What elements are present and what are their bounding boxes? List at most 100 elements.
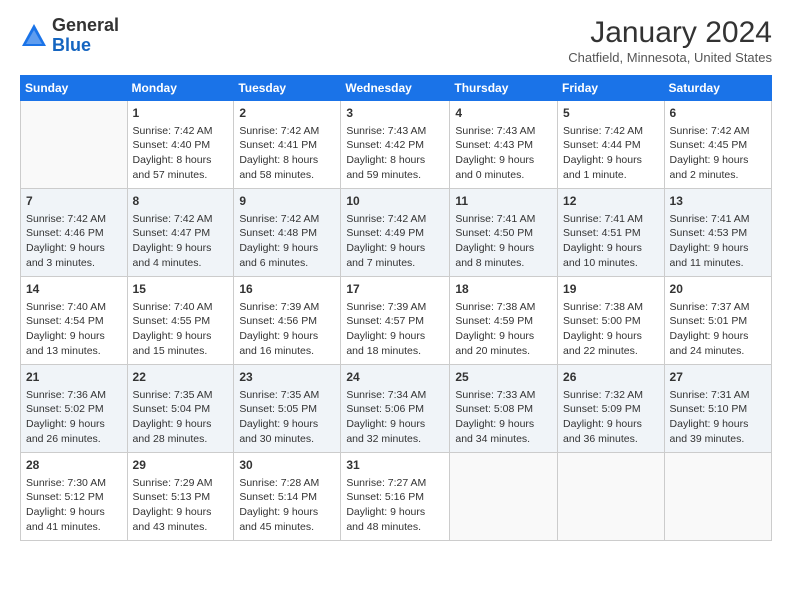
day-info: Daylight: 9 hours — [26, 241, 122, 256]
day-info: and 0 minutes. — [455, 168, 552, 183]
location: Chatfield, Minnesota, United States — [568, 50, 772, 65]
day-info: and 4 minutes. — [133, 256, 229, 271]
day-info: Sunset: 5:16 PM — [346, 490, 444, 505]
calendar-cell: 29Sunrise: 7:29 AMSunset: 5:13 PMDayligh… — [127, 453, 234, 541]
day-info: Sunset: 4:44 PM — [563, 138, 659, 153]
calendar-cell: 7Sunrise: 7:42 AMSunset: 4:46 PMDaylight… — [21, 189, 128, 277]
day-info: Sunset: 5:02 PM — [26, 402, 122, 417]
day-info: Daylight: 9 hours — [26, 505, 122, 520]
day-info: and 10 minutes. — [563, 256, 659, 271]
day-info: Sunrise: 7:42 AM — [26, 212, 122, 227]
calendar-header-sunday: Sunday — [21, 76, 128, 101]
calendar-cell — [558, 453, 665, 541]
calendar-cell: 23Sunrise: 7:35 AMSunset: 5:05 PMDayligh… — [234, 365, 341, 453]
day-info: Sunset: 4:50 PM — [455, 226, 552, 241]
day-number: 23 — [239, 369, 335, 386]
day-info: Daylight: 9 hours — [563, 417, 659, 432]
day-number: 3 — [346, 105, 444, 122]
day-number: 26 — [563, 369, 659, 386]
day-info: Sunset: 4:55 PM — [133, 314, 229, 329]
day-number: 8 — [133, 193, 229, 210]
day-number: 6 — [670, 105, 766, 122]
calendar-week-row: 28Sunrise: 7:30 AMSunset: 5:12 PMDayligh… — [21, 453, 772, 541]
day-number: 7 — [26, 193, 122, 210]
day-info: and 22 minutes. — [563, 344, 659, 359]
day-info: Daylight: 9 hours — [346, 329, 444, 344]
calendar-cell: 20Sunrise: 7:37 AMSunset: 5:01 PMDayligh… — [664, 277, 771, 365]
day-info: Daylight: 9 hours — [670, 153, 766, 168]
day-info: Sunrise: 7:32 AM — [563, 388, 659, 403]
day-number: 15 — [133, 281, 229, 298]
day-info: Sunrise: 7:34 AM — [346, 388, 444, 403]
day-number: 10 — [346, 193, 444, 210]
day-number: 12 — [563, 193, 659, 210]
day-info: Sunset: 5:00 PM — [563, 314, 659, 329]
calendar-header-thursday: Thursday — [450, 76, 558, 101]
day-info: Daylight: 8 hours — [346, 153, 444, 168]
day-info: Sunset: 4:57 PM — [346, 314, 444, 329]
logo-text: General Blue — [52, 16, 119, 56]
day-info: and 13 minutes. — [26, 344, 122, 359]
day-info: and 15 minutes. — [133, 344, 229, 359]
day-number: 27 — [670, 369, 766, 386]
day-info: Sunset: 5:13 PM — [133, 490, 229, 505]
day-number: 11 — [455, 193, 552, 210]
calendar-cell: 21Sunrise: 7:36 AMSunset: 5:02 PMDayligh… — [21, 365, 128, 453]
day-number: 2 — [239, 105, 335, 122]
calendar-cell: 4Sunrise: 7:43 AMSunset: 4:43 PMDaylight… — [450, 101, 558, 189]
day-number: 30 — [239, 457, 335, 474]
calendar-cell: 22Sunrise: 7:35 AMSunset: 5:04 PMDayligh… — [127, 365, 234, 453]
calendar-cell: 6Sunrise: 7:42 AMSunset: 4:45 PMDaylight… — [664, 101, 771, 189]
day-info: and 28 minutes. — [133, 432, 229, 447]
day-info: and 11 minutes. — [670, 256, 766, 271]
day-info: Daylight: 8 hours — [133, 153, 229, 168]
calendar-header-row: SundayMondayTuesdayWednesdayThursdayFrid… — [21, 76, 772, 101]
day-info: Sunset: 5:10 PM — [670, 402, 766, 417]
calendar-cell: 30Sunrise: 7:28 AMSunset: 5:14 PMDayligh… — [234, 453, 341, 541]
day-number: 16 — [239, 281, 335, 298]
day-info: Sunrise: 7:42 AM — [346, 212, 444, 227]
day-number: 4 — [455, 105, 552, 122]
day-info: Sunrise: 7:35 AM — [239, 388, 335, 403]
day-info: Sunset: 4:41 PM — [239, 138, 335, 153]
day-info: Sunset: 5:01 PM — [670, 314, 766, 329]
day-info: Sunrise: 7:43 AM — [455, 124, 552, 139]
calendar-cell: 16Sunrise: 7:39 AMSunset: 4:56 PMDayligh… — [234, 277, 341, 365]
day-number: 17 — [346, 281, 444, 298]
day-info: Sunrise: 7:42 AM — [670, 124, 766, 139]
calendar-cell: 15Sunrise: 7:40 AMSunset: 4:55 PMDayligh… — [127, 277, 234, 365]
day-info: Sunset: 4:43 PM — [455, 138, 552, 153]
calendar-cell: 17 Sunrise: 7:39 AMSunset: 4:57 PMDayligh… — [341, 277, 450, 365]
day-info: Daylight: 9 hours — [239, 241, 335, 256]
calendar-cell: 18Sunrise: 7:38 AMSunset: 4:59 PMDayligh… — [450, 277, 558, 365]
day-number: 29 — [133, 457, 229, 474]
day-info: Daylight: 9 hours — [563, 329, 659, 344]
day-number: 19 — [563, 281, 659, 298]
calendar-cell — [664, 453, 771, 541]
day-info: Daylight: 9 hours — [239, 505, 335, 520]
calendar-header-tuesday: Tuesday — [234, 76, 341, 101]
day-info: Sunrise: 7:35 AM — [133, 388, 229, 403]
day-info: Sunrise: 7:27 AM — [346, 476, 444, 491]
day-info: Daylight: 9 hours — [239, 329, 335, 344]
day-info: Daylight: 9 hours — [346, 505, 444, 520]
day-info: and 16 minutes. — [239, 344, 335, 359]
day-info: Sunset: 4:59 PM — [455, 314, 552, 329]
day-info: Daylight: 9 hours — [670, 241, 766, 256]
calendar-cell: 19Sunrise: 7:38 AMSunset: 5:00 PMDayligh… — [558, 277, 665, 365]
day-info: Sunrise: 7:28 AM — [239, 476, 335, 491]
day-info: Sunrise: 7:43 AM — [346, 124, 444, 139]
calendar: SundayMondayTuesdayWednesdayThursdayFrid… — [20, 75, 772, 541]
day-info: Sunset: 5:06 PM — [346, 402, 444, 417]
day-info: Sunrise: 7:33 AM — [455, 388, 552, 403]
calendar-cell: 10Sunrise: 7:42 AMSunset: 4:49 PMDayligh… — [341, 189, 450, 277]
day-info: Sunrise: 7:41 AM — [670, 212, 766, 227]
day-info: Daylight: 9 hours — [563, 241, 659, 256]
day-info: Sunrise: 7:39 AM — [346, 300, 444, 315]
day-info: Sunset: 4:48 PM — [239, 226, 335, 241]
calendar-cell: 1Sunrise: 7:42 AMSunset: 4:40 PMDaylight… — [127, 101, 234, 189]
day-info: and 20 minutes. — [455, 344, 552, 359]
day-info: Sunset: 5:12 PM — [26, 490, 122, 505]
day-number: 9 — [239, 193, 335, 210]
day-info: and 41 minutes. — [26, 520, 122, 535]
